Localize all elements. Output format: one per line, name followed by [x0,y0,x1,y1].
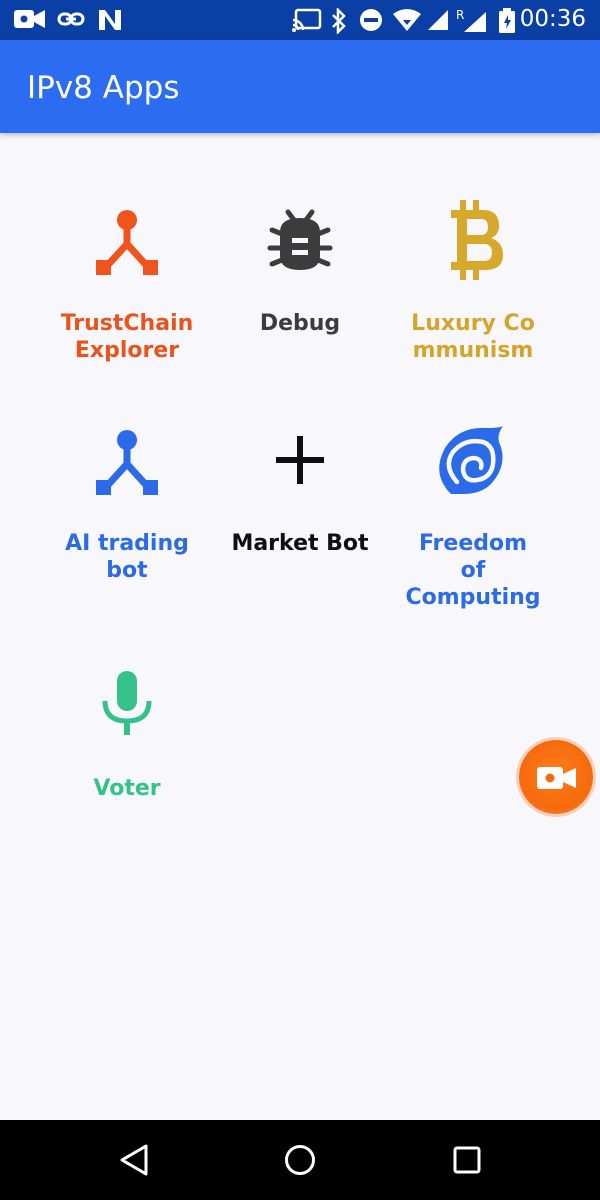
app-label-freedom-of-computing: Freedom of Computing [405,531,541,610]
app-label-voter: Voter [93,776,161,801]
app-tile-trustchain-explorer[interactable]: TrustChain Explorer [32,190,222,390]
plus-icon [250,436,350,536]
roaming-signal-icon: R [456,8,488,39]
bug-icon [250,208,350,308]
svg-text:R: R [456,8,464,22]
bitcoin-icon [423,198,523,298]
app-label-ai-trading-bot: AI trading bot [65,531,189,583]
app-tile-freedom-of-computing[interactable]: Freedom of Computing [378,410,568,620]
recents-icon[interactable] [451,1140,483,1185]
video-camera-icon [14,8,46,35]
app-tile-voter[interactable]: Voter [32,655,222,815]
app-label-market-bot: Market Bot [231,531,369,556]
app-tile-market-bot[interactable]: Market Bot [205,410,395,610]
app-label-luxury-communism: Luxury Co mmunism [411,311,535,363]
navigation-bar [0,1120,600,1200]
app-tile-ai-trading-bot[interactable]: AI trading bot [32,410,222,610]
status-time: 00:36 [519,6,586,32]
video-camera-icon [537,765,577,796]
signal-icon [426,8,450,37]
bluetooth-icon [331,6,347,39]
page-title: IPv8 Apps [27,70,180,106]
home-icon[interactable] [283,1140,317,1185]
swirl-icon [423,424,523,524]
app-label-trustchain-explorer: TrustChain Explorer [60,311,194,363]
app-bar: IPv8 Apps [0,40,600,133]
network-icon [77,420,177,520]
back-icon[interactable] [118,1140,150,1185]
microphone-icon [77,669,177,769]
trustchain-icon [77,200,177,300]
do-not-disturb-icon [359,8,383,37]
link-icon [57,8,85,35]
app-tile-luxury-communism[interactable]: Luxury Co mmunism [378,190,568,390]
cast-icon [292,8,322,37]
record-fab-button[interactable] [519,740,593,814]
status-bar: R 00:36 [0,0,600,40]
battery-icon [498,8,516,39]
wifi-icon [392,8,422,37]
app-tile-debug[interactable]: Debug [205,190,395,390]
app-label-debug: Debug [259,311,341,336]
n-logo-icon [97,8,123,37]
